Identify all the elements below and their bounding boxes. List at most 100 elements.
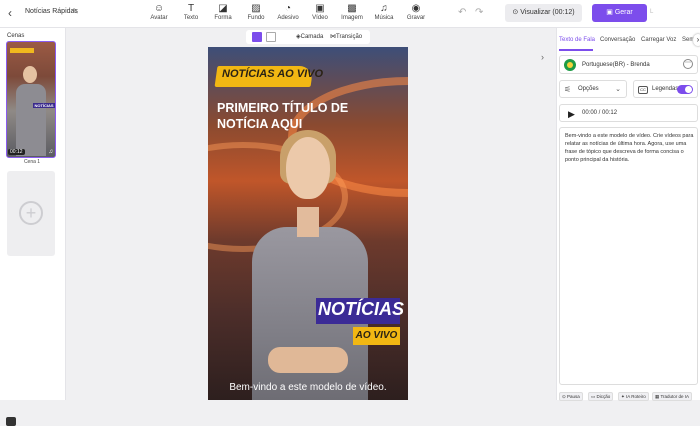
ai-script-icon: ✦ [621,394,625,399]
audio-player: ▶ 00:00 / 00:12 [559,104,698,122]
speech-panel: Texto de Fala Conversação Carregar Voz S… [556,28,700,401]
tool-imagem[interactable]: ▩ Imagem [337,3,367,21]
tab-carregar-voz[interactable]: Carregar Voz [641,37,676,43]
shape-icon: ◪ [218,3,228,14]
thumb-banner [10,48,34,53]
thumb-presenter-head [23,66,37,83]
badge-top-text[interactable]: NOTÍCIAS [318,299,404,320]
banner-text[interactable]: NOTÍCIAS AO VIVO [222,68,323,80]
record-icon: ◉ [411,3,421,14]
voice-selector[interactable]: Portuguese(BR) - Brenda ⋯ [559,55,698,74]
translate-icon: ▦ [655,394,660,399]
captions-icon: CC [638,86,648,94]
tool-adesivo-label: Adesivo [277,15,299,21]
cut-off-label: L [650,9,654,15]
thumb-badge: NOTÍCIAS [33,103,55,108]
chevron-down-icon: ⌄ [615,86,621,93]
play-icon[interactable]: ▶ [568,109,575,120]
tool-fundo-label: Fundo [247,15,265,21]
captions-toggle[interactable] [677,85,693,94]
tool-texto-label: Texto [183,15,199,21]
sticker-icon: ◔ [284,3,292,14]
options-dropdown[interactable]: ⚟ Opções ⌄ [559,80,627,98]
diction-label: Dicção [596,394,611,399]
transition-button[interactable]: ⋈Transição [330,33,362,40]
tool-fundo[interactable]: ▨ Fundo [241,3,271,21]
tabs-next-icon[interactable]: › [693,34,700,46]
tool-video-label: Vídeo [312,15,328,21]
tool-avatar[interactable]: ☺ Avatar [144,3,174,21]
scene-thumbnail[interactable]: NOTÍCIAS 00:12 ♫ [6,41,56,158]
add-scene-button[interactable]: + [7,171,55,256]
ai-translator-label: Tradutor de IA [660,394,690,399]
preview-button[interactable]: ⊙ Visualizar (00:12) [505,4,582,22]
layer-label: Camada [300,34,324,40]
layer-button[interactable]: ◈Camada [296,33,323,40]
scenes-panel: Cenas NOTÍCIAS 00:12 ♫ Cena 1 + [0,28,66,426]
tool-forma-label: Forma [214,15,232,21]
canvas-toolbar: ◈Camada ⋈Transição [246,30,370,44]
redo-icon[interactable]: ↷ [475,7,483,18]
color-swatch-purple[interactable] [252,32,262,42]
generate-label: Gerar [614,9,633,16]
tool-video[interactable]: ▣ Vídeo [305,3,335,21]
tool-adesivo[interactable]: ◔ Adesivo [273,3,303,21]
pause-icon: ⊙ [562,394,566,399]
text-icon: T [187,3,195,14]
scene-duration: 00:12 [8,149,25,155]
tool-gravar[interactable]: ◉ Gravar [401,3,431,21]
tool-texto[interactable]: T Texto [176,3,206,21]
active-tab-underline [559,49,593,51]
badge-bottom-text[interactable]: AO VIVO [353,330,400,341]
background-icon: ▨ [251,3,261,14]
ai-script-label: IA Roteiro [626,394,646,399]
color-swatch-white[interactable] [266,32,276,42]
voice-name: Portuguese(BR) - Brenda [582,62,650,68]
tool-musica-label: Música [374,15,394,21]
time-display: 00:00 / 00:12 [582,110,618,116]
transition-label: Transição [336,34,363,40]
tool-avatar-label: Avatar [150,15,168,21]
tool-imagem-label: Imagem [341,15,363,21]
generate-icon: ▣ [606,9,613,16]
presenter-neck [297,207,319,237]
thumb-presenter-body [16,84,46,156]
preview-icon: ⊙ [512,9,519,16]
scene-label: Cena 1 [23,159,41,165]
captions-control: CC Legendas [633,80,698,98]
options-label: Opções [578,86,599,92]
preview-label: Visualizar (00:12) [520,9,575,16]
generate-button[interactable]: ▣ Gerar [592,4,647,22]
video-canvas[interactable]: NOTÍCIAS AO VIVO PRIMEIRO TÍTULO DE NOTÍ… [208,47,408,400]
collapse-panel-icon[interactable]: › [541,52,544,62]
tool-musica[interactable]: ♫ Música [369,3,399,21]
top-bar: ‹ Notícias Rápidas ✎ ☺ Avatar T Texto ◪ For… [0,0,700,28]
video-icon: ▣ [315,3,325,14]
back-chevron-icon[interactable]: ‹ [8,6,12,20]
script-textarea[interactable]: Bem-vindo a este modelo de vídeo. Crie v… [559,127,698,385]
music-icon: ♫ [380,3,388,14]
tab-texto-de-fala[interactable]: Texto de Fala [559,37,595,43]
tool-forma[interactable]: ◪ Forma [208,3,238,21]
image-icon: ▩ [347,3,357,14]
brazil-flag-icon [564,59,576,71]
sliders-icon: ⚟ [564,85,572,94]
more-options-icon[interactable]: ⋯ [683,59,693,69]
project-title[interactable]: Notícias Rápidas [25,8,78,15]
headline-text[interactable]: PRIMEIRO TÍTULO DE NOTÍCIA AQUI [217,100,397,132]
tool-gravar-label: Gravar [406,15,426,21]
pause-label: Pausa [567,394,580,399]
tab-conversacao[interactable]: Conversação [600,37,635,43]
captions-label: Legendas [652,86,679,92]
music-icon: ♫ [48,149,54,155]
subtitle-caption[interactable]: Bem-vindo a este modelo de vídeo. [208,382,408,393]
script-text[interactable]: Bem-vindo a este modelo de vídeo. Crie v… [565,132,695,164]
chat-icon[interactable] [6,417,16,426]
edit-pencil-icon[interactable]: ✎ [72,7,79,16]
avatar-icon: ☺ [153,3,165,14]
scenes-title: Cenas [7,33,25,39]
plus-icon: + [19,201,43,225]
presenter-arms [268,347,348,373]
presenter-face [286,137,330,199]
undo-icon[interactable]: ↶ [458,7,466,18]
